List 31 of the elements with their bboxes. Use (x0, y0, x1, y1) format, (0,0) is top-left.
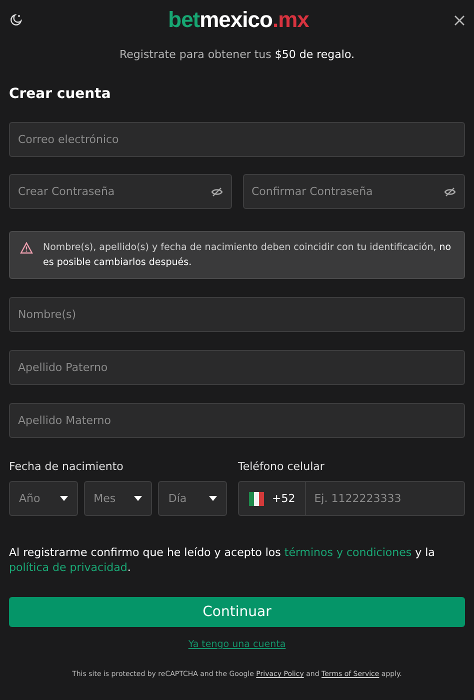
name-field[interactable]: Apellido Materno (9, 403, 465, 438)
promo-text: Registrate para obtener tus $50 de regalo. (118, 48, 356, 61)
policy-link[interactable]: términos y condiciones (284, 546, 412, 559)
country-code-button[interactable]: +52 (238, 481, 306, 516)
dark-mode-icon[interactable] (9, 13, 23, 27)
logo: betmexico.mx (168, 7, 309, 33)
phone-label: Teléfono celular (238, 460, 326, 473)
notice-text: Nombre(s), apellido(s) y fecha de nacimiento deben coincidir con tu identificación, no es posible cambiarlos después. (43, 241, 452, 270)
eye-off-icon[interactable] (444, 187, 456, 197)
name-field[interactable]: Nombre(s) (9, 297, 465, 332)
password-field[interactable]: Crear Contraseña (9, 174, 232, 209)
birth-date-label: Fecha de nacimiento (9, 460, 124, 473)
name-field[interactable]: Apellido Paterno (9, 350, 465, 385)
date-select[interactable]: Año (9, 481, 78, 516)
form-title: Crear cuenta (9, 86, 112, 102)
consent-text: Al registrarme confirmo que he leído y acepto los términos y condiciones y la política de privacidad. (9, 545, 436, 575)
flag-icon (249, 492, 264, 506)
warning-icon (20, 242, 33, 254)
phone-field[interactable]: Ej. 1122223333 (306, 481, 465, 516)
date-select[interactable]: Día (158, 481, 228, 516)
password-field[interactable]: Confirmar Contraseña (242, 174, 465, 209)
continue-button[interactable]: Continuar (9, 597, 465, 627)
caret-icon (60, 496, 68, 501)
eye-off-icon[interactable] (210, 187, 222, 197)
policy-link[interactable]: política de privacidad (9, 561, 128, 574)
email-field[interactable]: Correo electrónico (9, 122, 465, 157)
login-link[interactable]: Ya tengo una cuenta (188, 639, 286, 650)
date-select[interactable]: Mes (84, 481, 152, 516)
caret-icon (209, 496, 218, 501)
close-icon[interactable] (454, 14, 465, 26)
caret-icon (134, 496, 142, 501)
